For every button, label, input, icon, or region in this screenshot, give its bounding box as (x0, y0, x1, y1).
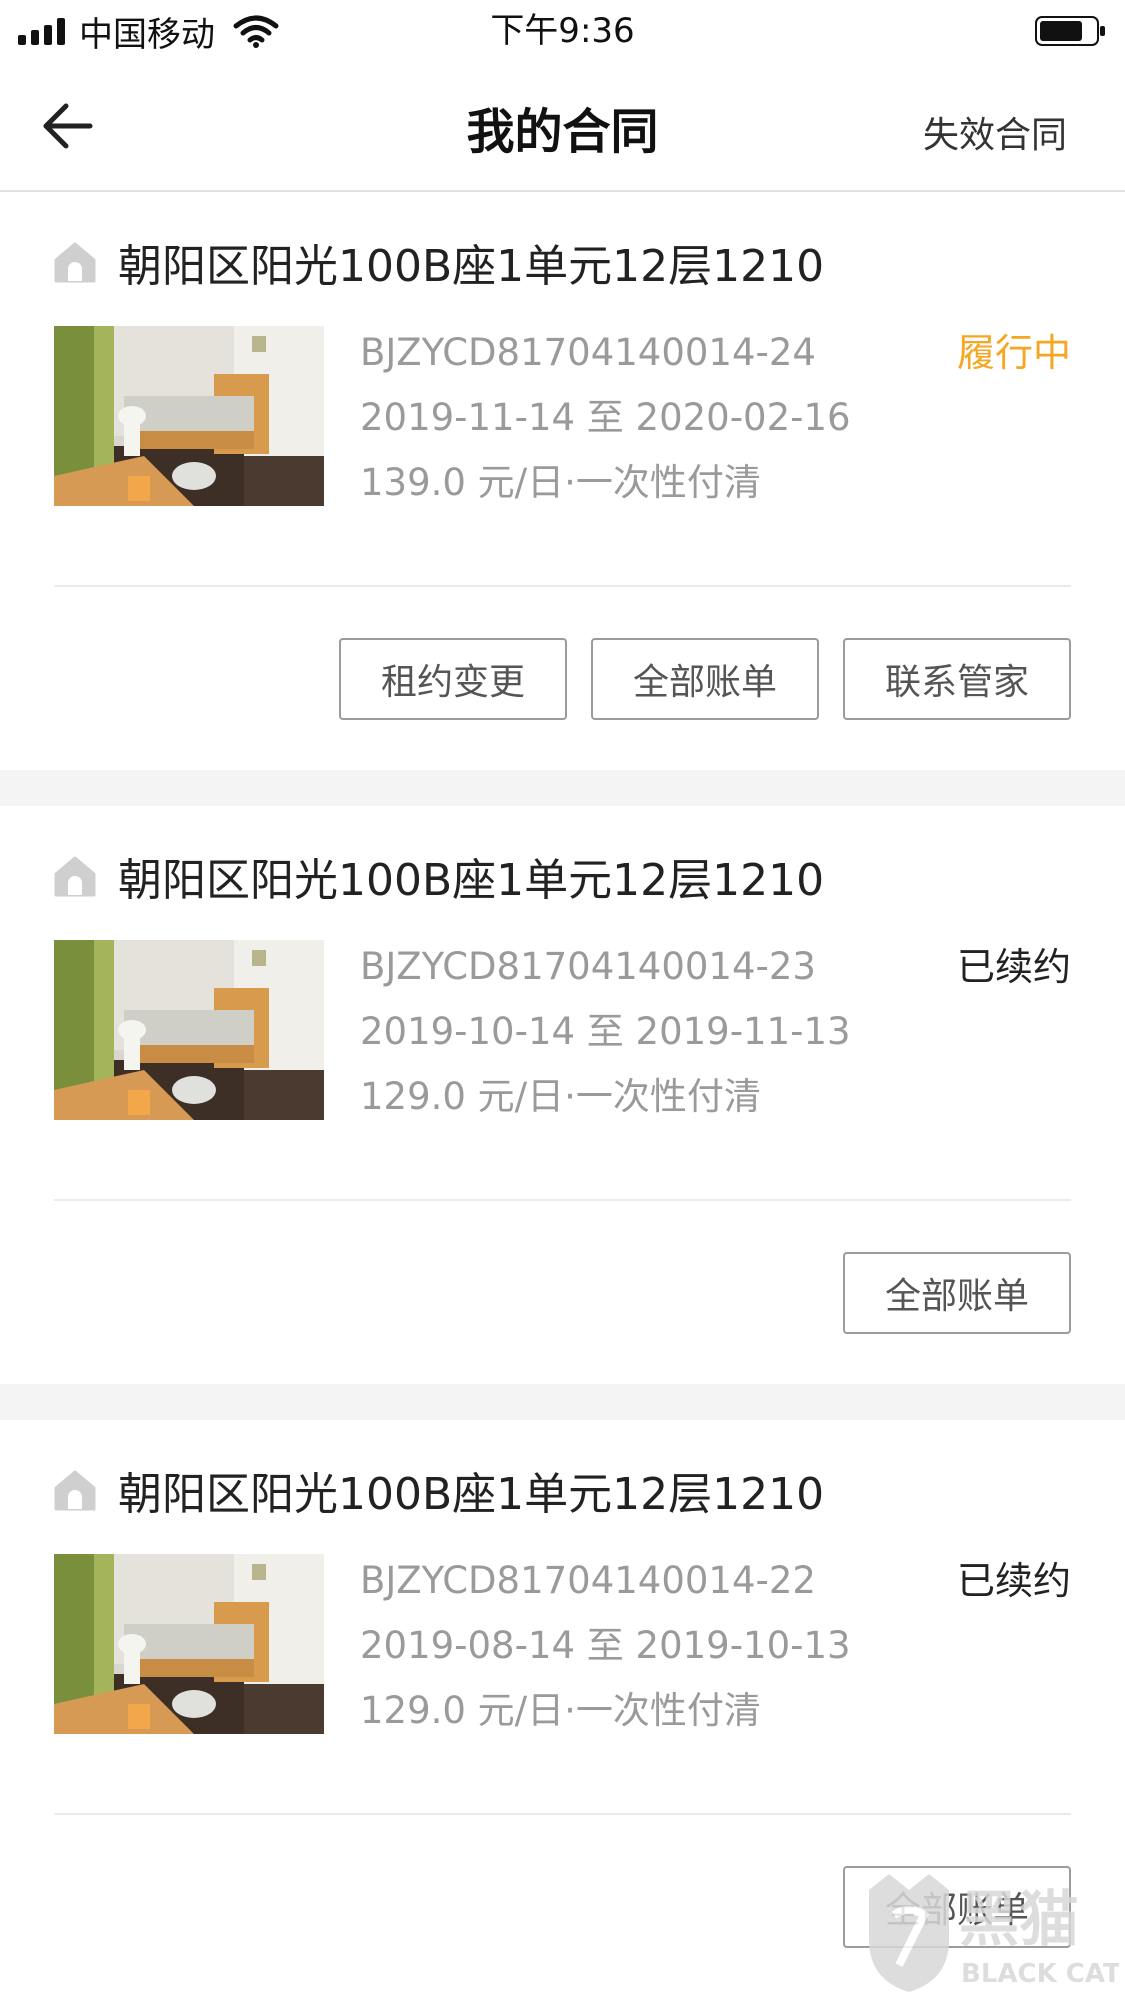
contract-number: BJZYCD81704140014-22 (360, 1559, 816, 1602)
contract-price: 129.0 元/日·一次性付清 (360, 1075, 761, 1118)
contact-manager-button[interactable]: 联系管家 (843, 638, 1071, 720)
divider (54, 1199, 1071, 1201)
card-actions: 租约变更 全部账单 联系管家 (339, 638, 1071, 720)
contract-period: 2019-11-14 至 2020-02-16 (360, 396, 851, 439)
divider (54, 1813, 1071, 1815)
all-bills-button[interactable]: 全部账单 (591, 638, 819, 720)
contract-price: 129.0 元/日·一次性付清 (360, 1689, 761, 1732)
battery-icon (1035, 16, 1105, 46)
contract-address: 朝阳区阳光100B座1单元12层1210 (118, 241, 825, 292)
divider (54, 585, 1071, 587)
house-icon (54, 242, 96, 283)
status-time: 下午9:36 (490, 11, 635, 51)
contract-info: BJZYCD81704140014-22 2019-08-14 至 2019-1… (360, 1548, 851, 1743)
svg-text:黑猫: 黑猫 (959, 1885, 1079, 1955)
room-photo (54, 326, 324, 506)
nav-bar: 我的合同 失效合同 (0, 62, 1125, 192)
contract-period: 2019-10-14 至 2019-11-13 (360, 1010, 851, 1053)
svg-text:BLACK CAT: BLACK CAT (961, 1959, 1119, 1989)
contract-info: BJZYCD81704140014-23 2019-10-14 至 2019-1… (360, 934, 851, 1129)
contract-info: BJZYCD81704140014-24 2019-11-14 至 2020-0… (360, 320, 851, 515)
house-icon (54, 1470, 96, 1511)
contract-card[interactable]: 朝阳区阳光100B座1单元12层1210 BJZYCD81704140014-2… (0, 192, 1125, 770)
card-header: 朝阳区阳光100B座1单元12层1210 (54, 1458, 824, 1522)
status-badge: 已续约 (956, 945, 1071, 989)
lease-change-button[interactable]: 租约变更 (339, 638, 567, 720)
status-bar: 中国移动 下午9:36 (0, 0, 1125, 62)
room-photo (54, 1554, 324, 1734)
contract-card[interactable]: 朝阳区阳光100B座1单元12层1210 BJZYCD81704140014-2… (0, 806, 1125, 1384)
contract-address: 朝阳区阳光100B座1单元12层1210 (118, 1469, 825, 1520)
contract-price: 139.0 元/日·一次性付清 (360, 461, 761, 504)
status-badge: 已续约 (956, 1559, 1071, 1603)
all-bills-button[interactable]: 全部账单 (843, 1252, 1071, 1334)
card-header: 朝阳区阳光100B座1单元12层1210 (54, 230, 824, 294)
expired-contracts-link[interactable]: 失效合同 (923, 106, 1067, 158)
contract-number: BJZYCD81704140014-23 (360, 945, 816, 988)
house-icon (54, 856, 96, 897)
contract-period: 2019-08-14 至 2019-10-13 (360, 1624, 851, 1667)
status-badge: 履行中 (956, 331, 1071, 375)
card-actions: 全部账单 (843, 1252, 1071, 1334)
card-separator (0, 1384, 1125, 1420)
card-separator (0, 770, 1125, 806)
contract-number: BJZYCD81704140014-24 (360, 331, 816, 374)
black-cat-watermark-logo: 黑猫 BLACK CAT (869, 1874, 1119, 1992)
card-header: 朝阳区阳光100B座1单元12层1210 (54, 844, 824, 908)
room-photo (54, 940, 324, 1120)
contract-address: 朝阳区阳光100B座1单元12层1210 (118, 855, 825, 906)
